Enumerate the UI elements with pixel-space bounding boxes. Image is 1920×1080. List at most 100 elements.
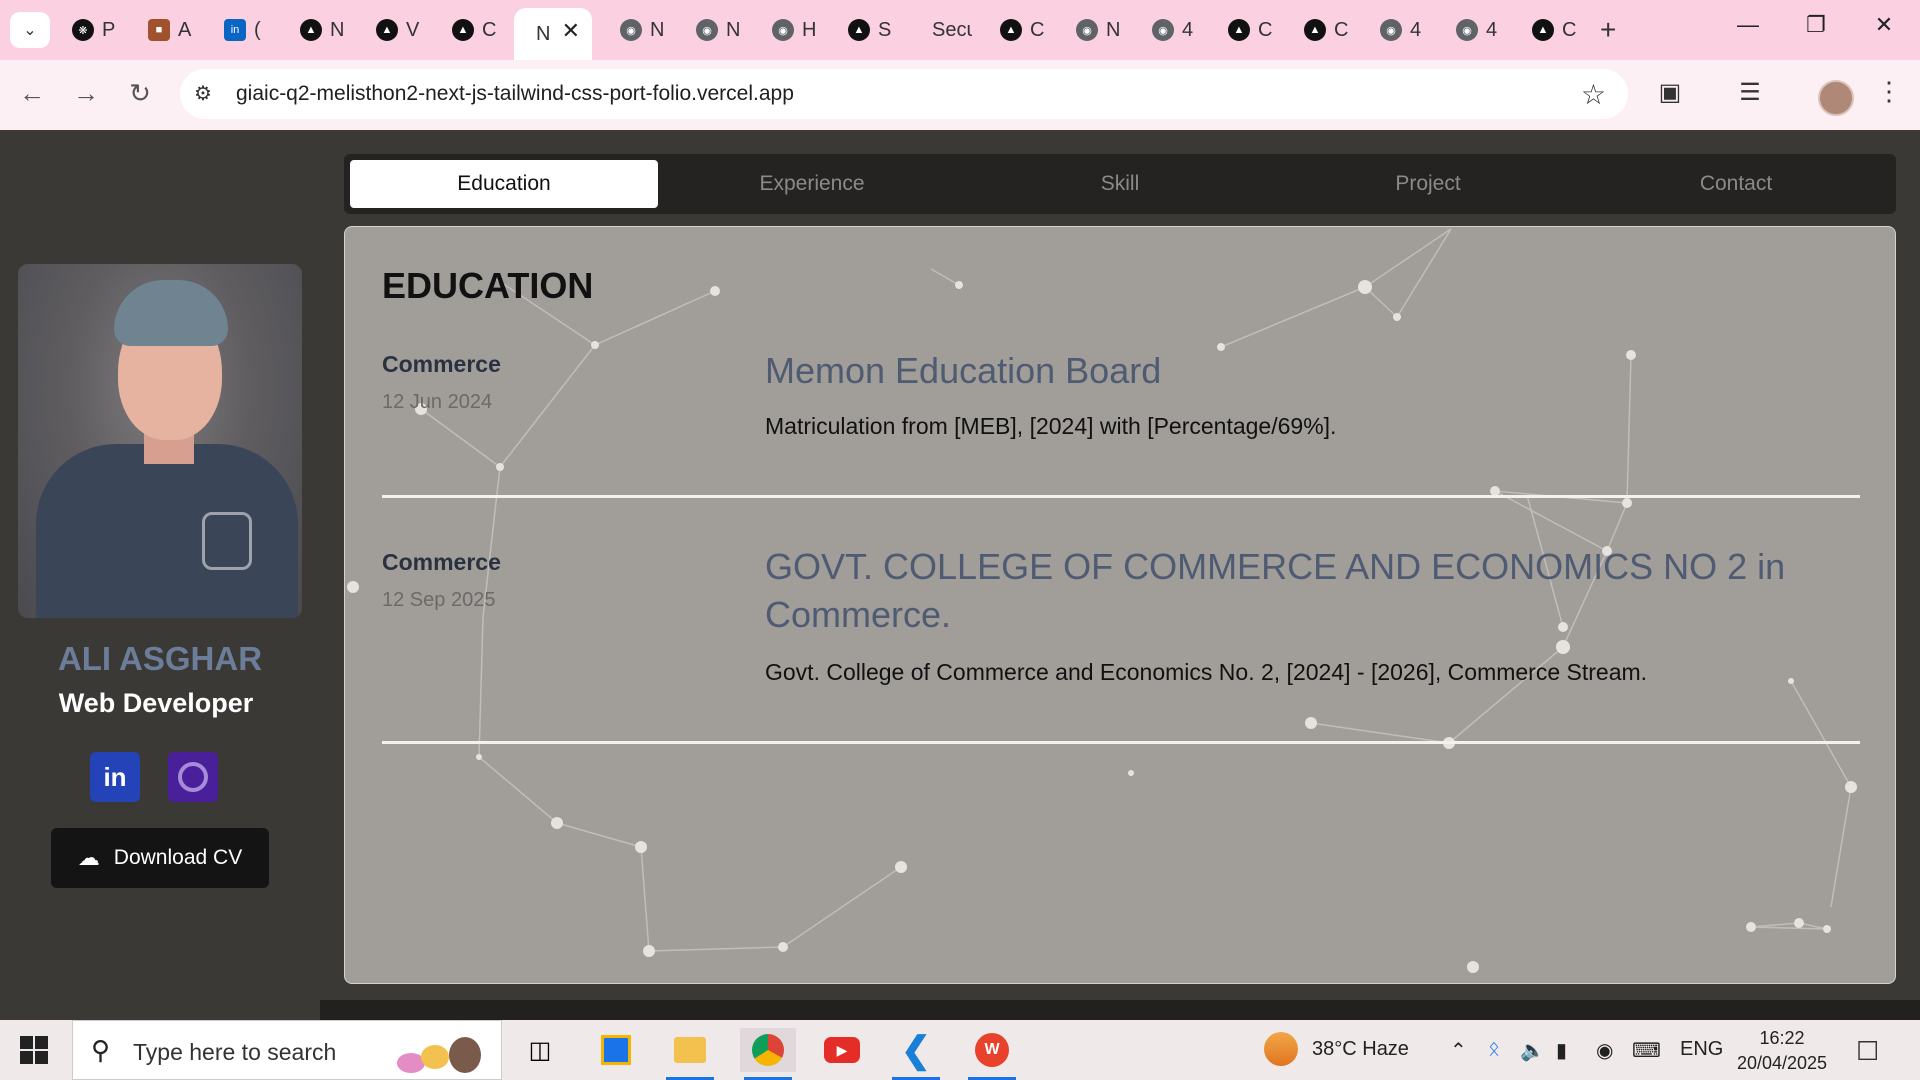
entry-field: Commerce: [382, 549, 501, 575]
notification-icon[interactable]: ☐: [1856, 1036, 1879, 1067]
clock-time: 16:22: [1759, 1028, 1805, 1048]
github-icon[interactable]: [168, 752, 218, 802]
forward-button[interactable]: →: [68, 78, 104, 109]
browser-tab[interactable]: ▲ N: [286, 10, 348, 50]
browser-tab[interactable]: ▲ C: [1214, 10, 1276, 50]
browser-tab-strip: ⌄ ❋P■Ain(▲N▲V▲CN✕◉N◉N◉H▲SSecu▲C◉N◉4▲C▲C◉…: [0, 0, 1920, 60]
tab-experience[interactable]: Experience: [658, 160, 966, 208]
browser-tab[interactable]: ◉ N: [606, 10, 668, 50]
reload-button[interactable]: ↻: [122, 78, 158, 109]
browser-tab-label: P: [102, 18, 116, 41]
browser-tab[interactable]: ▲ C: [1518, 10, 1580, 50]
download-cv-label: Download CV: [113, 846, 243, 869]
browser-tab[interactable]: ◉ 4: [1138, 10, 1200, 50]
section-nav: Education Experience Skill Project Conta…: [344, 154, 1896, 214]
browser-tab-label: C: [1334, 18, 1349, 41]
wps-office-icon[interactable]: W: [964, 1028, 1020, 1080]
avatar-icon: ▲: [452, 19, 474, 41]
entry-title: GOVT. COLLEGE OF COMMERCE AND ECONOMICS …: [765, 546, 1786, 635]
profile-avatar[interactable]: [1818, 80, 1854, 116]
restore-button[interactable]: ❐: [1796, 12, 1836, 38]
browser-tab[interactable]: ◉ 4: [1366, 10, 1428, 50]
wifi-icon[interactable]: ◉: [1596, 1038, 1613, 1063]
browser-tab-label: S: [878, 18, 892, 41]
section-heading: EDUCATION: [382, 265, 594, 306]
entry-description: Govt. College of Commerce and Economics …: [765, 659, 1648, 685]
browser-tab[interactable]: Secu: [910, 10, 972, 50]
browser-tab[interactable]: ▲ S: [834, 10, 896, 50]
avatar-icon: ▲: [1228, 19, 1250, 41]
tab-project[interactable]: Project: [1274, 160, 1582, 208]
browser-tab[interactable]: N ✕: [514, 8, 592, 60]
browser-tab[interactable]: ◉ H: [758, 10, 820, 50]
tab-skill[interactable]: Skill: [966, 160, 1274, 208]
site-settings-icon[interactable]: ⚙: [194, 81, 212, 106]
browser-tab[interactable]: ▲ C: [1290, 10, 1352, 50]
keyboard-icon[interactable]: ⌨: [1632, 1038, 1661, 1063]
tab-search-button[interactable]: ⌄: [10, 12, 50, 48]
close-window-button[interactable]: ✕: [1864, 12, 1904, 38]
bookmark-star-icon[interactable]: ☆: [1581, 78, 1606, 111]
language-indicator[interactable]: ENG: [1680, 1038, 1723, 1061]
linkedin-icon: in: [224, 19, 246, 41]
browser-tab[interactable]: ◉ N: [682, 10, 744, 50]
page-footer-strip: [320, 1000, 1920, 1020]
browser-tab-label: H: [802, 18, 817, 41]
youtube-icon[interactable]: ▶: [814, 1028, 870, 1072]
extensions-icon[interactable]: ▣: [1652, 78, 1688, 107]
file-explorer-icon[interactable]: [662, 1028, 718, 1080]
browser-tab-label: Secu: [932, 18, 972, 41]
globe-icon: ◉: [1152, 19, 1174, 41]
profile-role: Web Developer: [58, 688, 254, 718]
volume-icon[interactable]: 🔈: [1520, 1038, 1545, 1063]
vscode-icon[interactable]: ❮: [888, 1028, 944, 1080]
browser-tab-label: N: [536, 22, 551, 45]
close-tab-icon[interactable]: ✕: [562, 18, 580, 44]
bluetooth-icon[interactable]: ᛟ: [1488, 1038, 1500, 1061]
globe-icon: ◉: [1076, 19, 1098, 41]
minimize-button[interactable]: —: [1728, 12, 1768, 38]
browser-tab-label: C: [1258, 18, 1273, 41]
reading-list-icon[interactable]: ☰: [1732, 78, 1768, 107]
taskbar-search[interactable]: ⚲ Type here to search: [72, 1020, 502, 1080]
entry-date: 12 Sep 2025: [382, 589, 496, 611]
globe-icon: ◉: [620, 19, 642, 41]
windows-taskbar: ⚲ Type here to search ◫ ▶ ❮ W 38°C Haze …: [0, 1020, 1920, 1080]
chevron-up-icon[interactable]: ⌃: [1450, 1038, 1467, 1063]
windows-start-icon[interactable]: [20, 1036, 48, 1064]
microsoft-store-icon[interactable]: [588, 1028, 644, 1072]
browser-tab-label: C: [482, 18, 497, 41]
task-view-icon[interactable]: ◫: [512, 1028, 568, 1072]
clock-date: 20/04/2025: [1736, 1053, 1828, 1073]
browser-tab[interactable]: ▲ C: [438, 10, 500, 50]
chrome-icon[interactable]: [740, 1028, 796, 1080]
briefcase-icon: ■: [148, 19, 170, 41]
new-tab-button[interactable]: +: [1600, 14, 1616, 46]
browser-tab[interactable]: in (: [210, 10, 272, 50]
weather-text[interactable]: 38°C Haze: [1312, 1038, 1409, 1061]
browser-tab[interactable]: ▲ C: [986, 10, 1048, 50]
browser-tab[interactable]: ■ A: [134, 10, 196, 50]
avatar-icon: ▲: [300, 19, 322, 41]
globe-icon: ◉: [772, 19, 794, 41]
taskbar-clock[interactable]: 16:22 20/04/2025: [1730, 1026, 1834, 1076]
browser-tab[interactable]: ▲ V: [362, 10, 424, 50]
back-button[interactable]: ←: [14, 78, 50, 109]
address-bar[interactable]: ⚙ giaic-q2-melisthon2-next-js-tailwind-c…: [180, 69, 1628, 119]
avatar-icon: ▲: [376, 19, 398, 41]
url-text[interactable]: giaic-q2-melisthon2-next-js-tailwind-css…: [236, 82, 794, 106]
tab-education[interactable]: Education: [350, 160, 658, 208]
browser-tab[interactable]: ◉ N: [1062, 10, 1124, 50]
weather-haze-icon[interactable]: [1264, 1032, 1298, 1066]
download-cv-button[interactable]: ☁ Download CV: [51, 828, 269, 888]
tab-contact[interactable]: Contact: [1582, 160, 1890, 208]
cloud-download-icon: ☁: [77, 845, 100, 870]
globe-icon: ◉: [696, 19, 718, 41]
linkedin-icon[interactable]: in: [90, 752, 140, 802]
openai-icon: ❋: [72, 19, 94, 41]
browser-tab[interactable]: ❋ P: [58, 10, 120, 50]
menu-kebab-icon[interactable]: ⋮: [1876, 76, 1902, 107]
browser-tab[interactable]: ◉ 4: [1442, 10, 1504, 50]
profile-photo: [18, 264, 302, 618]
battery-icon[interactable]: ▮: [1556, 1038, 1567, 1063]
